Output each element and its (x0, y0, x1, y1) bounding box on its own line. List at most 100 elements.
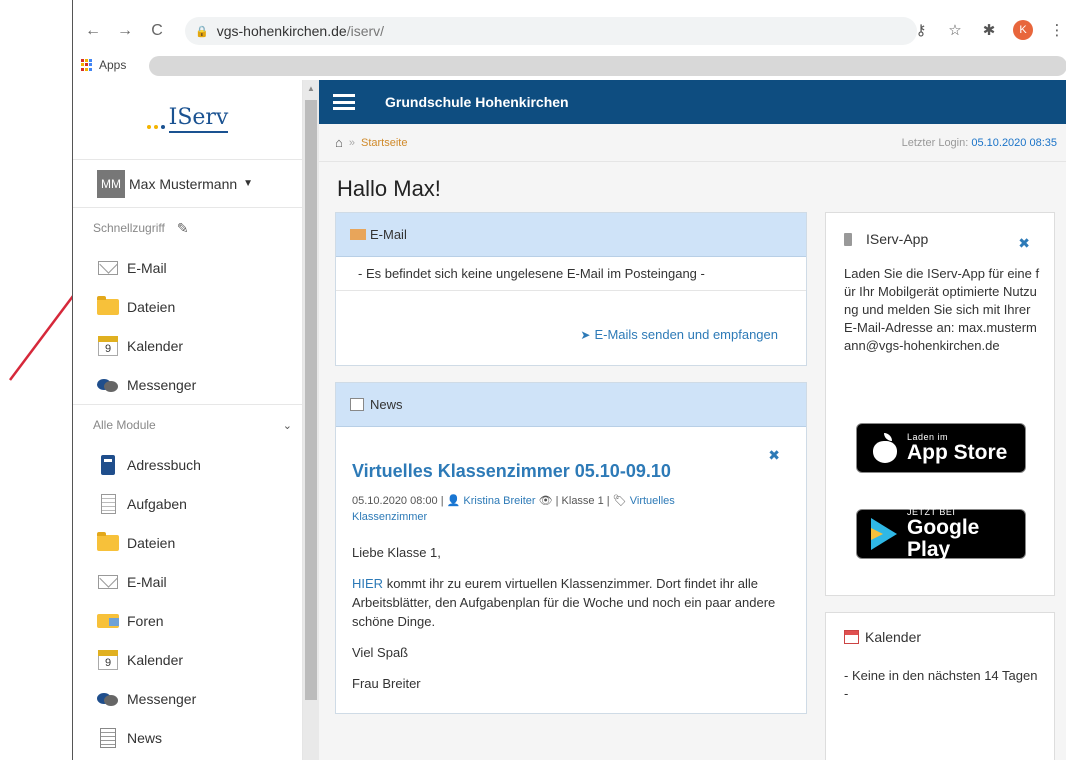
sidebar-scrollbar[interactable]: ▲ (303, 80, 319, 760)
eye-icon: 👁 (538, 495, 553, 507)
browser-window: ← → C 🔒 vgs-hohenkirchen.de/iserv/ ⚷ ☆ ✱… (72, 0, 1066, 760)
envelope-icon (350, 229, 366, 240)
sidebar-item-files[interactable]: Dateien (73, 523, 302, 562)
news-icon (350, 398, 364, 411)
calendar-panel-header: Kalender (844, 629, 921, 645)
messenger-icon (97, 377, 119, 393)
apps-grid-icon (81, 59, 93, 71)
back-icon[interactable]: ← (81, 19, 105, 43)
caret-down-icon: ▼ (243, 178, 254, 189)
sidebar-item-label: Messenger (127, 376, 197, 393)
email-panel-title: E-Mail (370, 227, 407, 242)
sidebar-item-news[interactable]: News (73, 718, 302, 757)
sidebar-item-label: Kalender (127, 651, 184, 668)
tasks-icon (100, 493, 116, 514)
forward-icon[interactable]: → (113, 19, 137, 43)
sidebar-item-calendar[interactable]: 9 Kalender (73, 640, 302, 679)
apple-logo-icon (871, 433, 899, 463)
news-date: 05.10.2020 08:00 | (352, 495, 444, 507)
news-group: | Klasse 1 | (555, 495, 610, 507)
tag-icon: 🏷 (612, 495, 627, 507)
messenger-icon (97, 691, 119, 707)
sidebar-item-messenger[interactable]: Messenger (73, 679, 302, 718)
news-paragraph: HIER kommt ihr zu eurem virtuellen Klass… (352, 574, 792, 631)
sidebar-item-tasks[interactable]: Aufgaben (73, 484, 302, 523)
news-icon (100, 727, 116, 748)
close-icon[interactable]: ✖ (1018, 235, 1030, 252)
lock-icon: 🔒 (195, 25, 209, 38)
key-icon[interactable]: ⚷ (911, 20, 931, 40)
news-panel: News ✖ Virtuelles Klassenzimmer 05.10-09… (335, 382, 807, 714)
breadcrumb-separator: » (348, 136, 355, 149)
news-author-link[interactable]: Kristina Breiter (463, 495, 535, 507)
breadcrumb: ⌂ » Startseite Letzter Login: 05.10.2020… (319, 124, 1066, 162)
news-panel-title: News (370, 397, 403, 412)
calendar-icon: 9 (98, 335, 118, 356)
iserv-app-text: Laden Sie die IServ-App für eine für Ihr… (844, 266, 1040, 353)
sidebar-item-label: News (127, 729, 163, 746)
profile-avatar[interactable]: K (1013, 20, 1033, 40)
calendar-empty-message: - Keine in den nächsten 14 Tagen - (844, 668, 1038, 701)
breadcrumb-start[interactable]: Startseite (361, 137, 407, 149)
iserv-logo[interactable]: IServ (73, 80, 302, 160)
news-panel-header: News (336, 383, 806, 427)
last-login-label: Letzter Login: (901, 136, 969, 149)
news-article-title[interactable]: Virtuelles Klassenzimmer 05.10-09.10 (352, 461, 671, 482)
sidebar-quick-messenger[interactable]: Messenger (73, 365, 302, 404)
all-modules-label: Alle Module (93, 418, 156, 432)
hamburger-menu-icon[interactable] (333, 94, 355, 110)
reload-icon[interactable]: C (145, 19, 169, 43)
calendar-icon: 9 (98, 649, 118, 670)
sidebar-item-label: Foren (127, 612, 164, 629)
email-panel: E-Mail - Es befindet sich keine ungelese… (335, 212, 807, 366)
folder-icon (97, 295, 119, 315)
menu-icon[interactable]: ⋮ (1047, 20, 1066, 40)
send-email-link[interactable]: ➤ E-Mails senden und empfangen (580, 327, 778, 342)
sidebar-item-addressbook[interactable]: Adressbuch (73, 445, 302, 484)
logo-text: IServ (168, 106, 229, 133)
scroll-thumb[interactable] (305, 100, 317, 700)
sidebar-item-label: Aufgaben (127, 495, 187, 512)
quick-access-heading: Schnellzugriff ✎ (73, 208, 302, 248)
sidebar-item-label: Messenger (127, 690, 197, 707)
all-modules-heading[interactable]: Alle Module ⌄ (73, 405, 302, 445)
redacted-bookmarks (149, 56, 1066, 76)
sidebar-quick-email[interactable]: E-Mail (73, 248, 302, 287)
url-host: vgs-hohenkirchen.de (216, 23, 347, 39)
pencil-icon[interactable]: ✎ (177, 220, 189, 237)
news-signature: Frau Breiter (352, 676, 421, 691)
sidebar: IServ MM Max Mustermann ▼ Schnellzugriff… (73, 80, 303, 760)
sidebar-quick-files[interactable]: Dateien (73, 287, 302, 326)
quick-access-label: Schnellzugriff (93, 221, 165, 235)
addressbook-icon (101, 454, 115, 475)
news-closing: Viel Spaß (352, 645, 409, 660)
google-play-big: Google Play (907, 516, 980, 561)
sidebar-item-email[interactable]: E-Mail (73, 562, 302, 601)
google-play-button[interactable]: JETZT BEI Google Play (856, 507, 1026, 561)
chevron-down-icon[interactable]: ⌄ (283, 419, 292, 432)
close-icon[interactable]: ✖ (768, 447, 780, 464)
news-hier-link[interactable]: HIER (352, 576, 383, 591)
folder-icon (97, 531, 119, 551)
user-menu[interactable]: MM Max Mustermann ▼ (73, 160, 302, 208)
sidebar-quick-calendar[interactable]: 9 Kalender (73, 326, 302, 365)
home-icon[interactable]: ⌂ (335, 135, 343, 150)
apps-shortcut[interactable]: Apps (81, 58, 126, 72)
sidebar-item-forums[interactable]: Foren (73, 601, 302, 640)
sidebar-item-label: Dateien (127, 298, 176, 315)
star-icon[interactable]: ☆ (945, 20, 965, 40)
app-store-button[interactable]: Laden im App Store (856, 423, 1026, 473)
mail-icon (98, 574, 118, 589)
calendar-panel: Kalender - Keine in den nächsten 14 Tage… (825, 612, 1055, 760)
sidebar-item-label: E-Mail (127, 573, 167, 590)
app-store-big: App Store (907, 441, 1008, 464)
address-bar[interactable]: 🔒 vgs-hohenkirchen.de/iserv/ (185, 17, 917, 45)
news-body-text: kommt ihr zu eurem virtuellen Klassenzim… (352, 576, 776, 629)
extension-icon[interactable]: ✱ (979, 20, 999, 40)
email-empty-message: - Es befindet sich keine ungelesene E-Ma… (336, 257, 806, 291)
news-body: Liebe Klasse 1, HIER kommt ihr zu eurem … (352, 543, 792, 705)
paper-plane-icon: ➤ (580, 328, 591, 342)
calendar-panel-title: Kalender (865, 629, 922, 645)
news-greeting: Liebe Klasse 1, (352, 545, 441, 560)
scroll-up-icon[interactable]: ▲ (307, 84, 315, 93)
